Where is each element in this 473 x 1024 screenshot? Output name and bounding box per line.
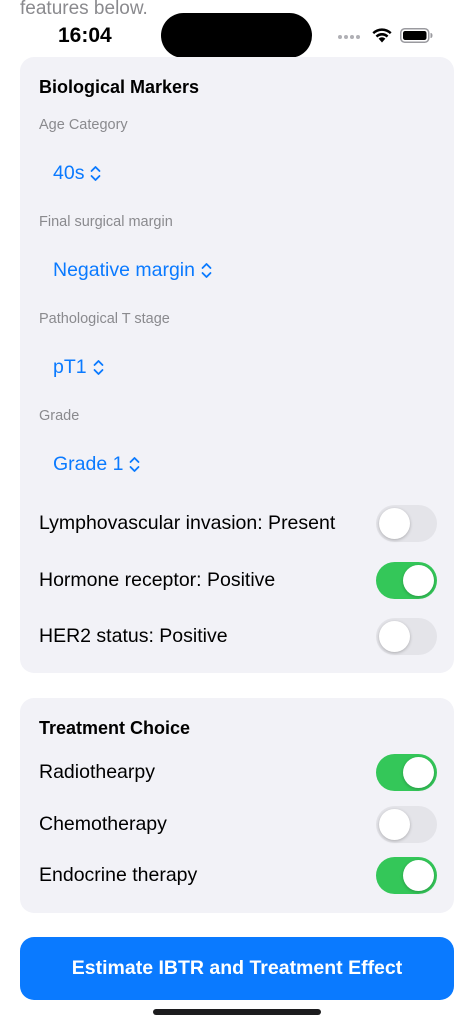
chevron-up-down-icon (130, 457, 140, 472)
t-stage-label: Pathological T stage (39, 311, 170, 327)
radiotherapy-label: Radiothearpy (39, 760, 155, 783)
radiotherapy-toggle[interactable] (376, 753, 437, 791)
toggle-knob (379, 507, 410, 539)
surgical-margin-label: Final surgical margin (39, 214, 173, 230)
chemotherapy-label: Chemotherapy (39, 812, 167, 835)
hormone-receptor-row: Hormone receptor: Positive (39, 560, 437, 600)
her2-status-label: HER2 status: Positive (39, 624, 228, 647)
hormone-receptor-label: Hormone receptor: Positive (39, 568, 276, 591)
chemotherapy-toggle[interactable] (376, 805, 437, 843)
age-category-label: Age Category (39, 117, 128, 133)
estimate-button[interactable]: Estimate IBTR and Treatment Effect (20, 937, 454, 1000)
treatment-choice-card: Treatment Choice Radiothearpy Chemothera… (20, 698, 454, 913)
toggle-knob (379, 808, 410, 840)
lymphovascular-invasion-label: Lymphovascular invasion: Present (39, 511, 336, 534)
grade-label: Grade (39, 408, 80, 424)
surgical-margin-value: Negative margin (53, 259, 195, 281)
lymphovascular-invasion-row: Lymphovascular invasion: Present (39, 503, 437, 543)
surgical-margin-picker[interactable]: Negative margin (53, 259, 212, 282)
grade-value: Grade 1 (53, 453, 124, 475)
t-stage-picker[interactable]: pT1 (53, 356, 104, 379)
hormone-receptor-toggle[interactable] (376, 561, 437, 599)
her2-status-row: HER2 status: Positive (39, 616, 437, 656)
toggle-knob (403, 756, 434, 788)
battery-icon (400, 28, 433, 43)
wifi-icon (372, 28, 392, 43)
chevron-up-down-icon (93, 360, 104, 375)
chevron-up-down-icon (201, 263, 212, 278)
toggle-knob (403, 564, 434, 596)
age-category-value: 40s (53, 162, 85, 184)
status-bar: 16:04 (0, 0, 473, 60)
home-indicator (153, 1009, 321, 1015)
cellular-signal-icon (338, 35, 360, 39)
radiotherapy-row: Radiothearpy (39, 752, 437, 792)
grade-picker[interactable]: Grade 1 (53, 453, 140, 476)
treatment-choice-title: Treatment Choice (39, 718, 191, 738)
toggle-knob (403, 859, 434, 891)
dynamic-island (161, 13, 312, 58)
biological-markers-title: Biological Markers (39, 77, 200, 97)
chemotherapy-row: Chemotherapy (39, 804, 437, 844)
t-stage-value: pT1 (53, 356, 87, 378)
toggle-knob (379, 620, 410, 652)
her2-status-toggle[interactable] (376, 617, 437, 655)
biological-markers-card: Biological Markers Age Category 40s Fina… (20, 57, 454, 673)
endocrine-therapy-toggle[interactable] (376, 856, 437, 894)
endocrine-therapy-row: Endocrine therapy (39, 855, 437, 895)
age-category-picker[interactable]: 40s (53, 162, 101, 185)
status-time: 16:04 (58, 24, 112, 47)
endocrine-therapy-label: Endocrine therapy (39, 863, 198, 886)
chevron-up-down-icon (91, 166, 101, 181)
lymphovascular-invasion-toggle[interactable] (376, 504, 437, 542)
